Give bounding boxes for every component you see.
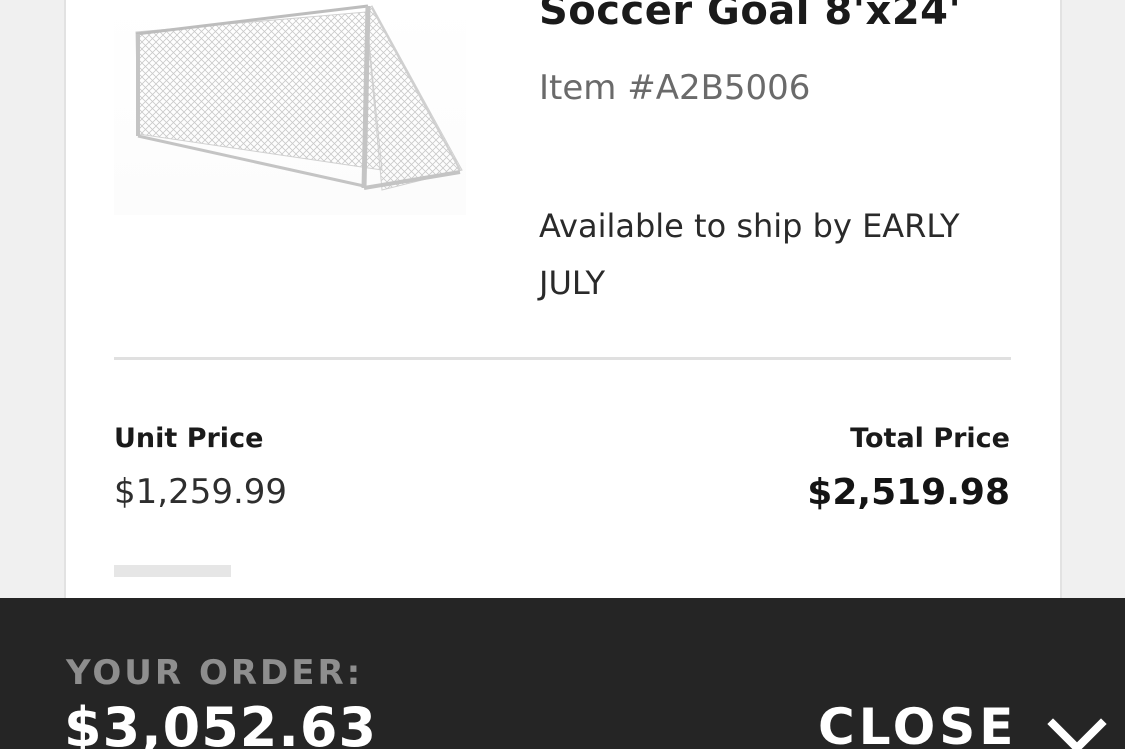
order-label: YOUR ORDER: (66, 653, 364, 693)
product-image-soccer-goal[interactable] (114, 0, 466, 215)
chevron-down-icon (1047, 718, 1108, 749)
unit-price-label: Unit Price (114, 423, 264, 454)
unit-price-value: $1,259.99 (114, 472, 288, 512)
divider (114, 357, 1011, 360)
soccer-goal-illustration (135, 4, 463, 191)
close-button[interactable]: CLOSE (818, 698, 1108, 749)
loading-placeholder (114, 565, 231, 577)
total-price-label: Total Price (850, 423, 1010, 454)
order-total: $3,052.63 (64, 696, 378, 749)
product-name[interactable]: Soccer Goal 8'x24' (539, 0, 961, 34)
total-price-value: $2,519.98 (807, 472, 1010, 513)
item-number: Item #A2B5006 (539, 68, 811, 108)
close-label: CLOSE (818, 698, 1018, 749)
order-summary-bar: YOUR ORDER: $3,052.63 CLOSE (0, 598, 1125, 749)
availability-text: Available to ship by EARLY JULY (539, 207, 960, 302)
